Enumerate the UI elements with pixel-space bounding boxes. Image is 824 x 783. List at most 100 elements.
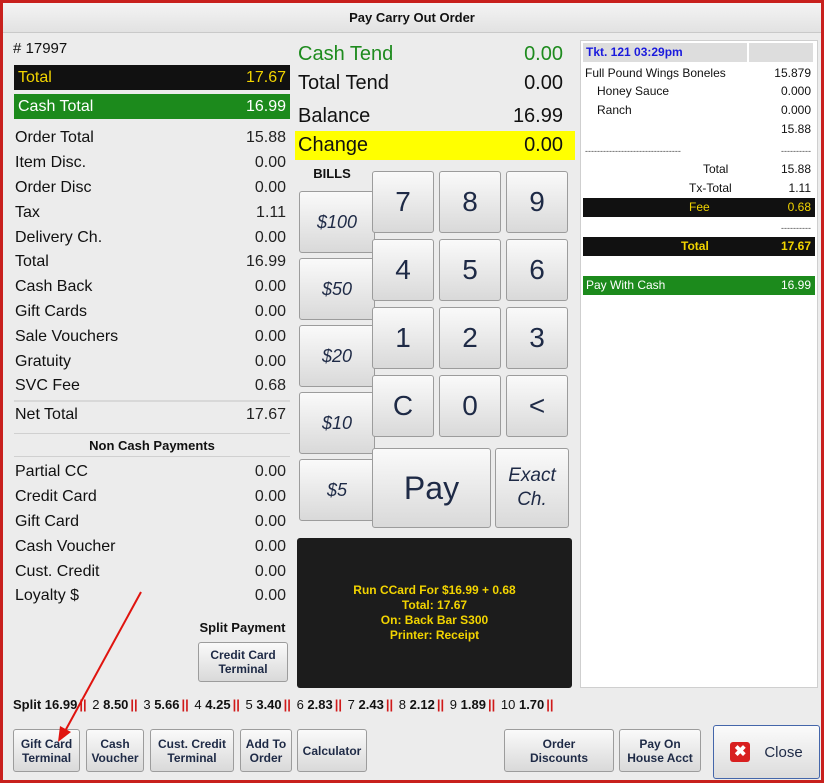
ticket-item-label: Honey Sauce <box>597 84 670 98</box>
non-cash-value: 0.00 <box>254 562 286 580</box>
split-option[interactable]: 6 2.83 <box>297 697 333 712</box>
label-line: Order <box>542 736 576 751</box>
split-option[interactable]: 10 1.70 <box>501 697 544 712</box>
calculator-button[interactable]: Calculator <box>297 729 367 772</box>
summary-label: Order Disc <box>15 178 92 196</box>
pay-on-house-account-button[interactable]: Pay On House Acct <box>619 729 701 772</box>
order-discounts-button[interactable]: Order Discounts <box>504 729 614 772</box>
key-4-button[interactable]: 4 <box>372 239 434 301</box>
non-cash-label: Cash Voucher <box>15 537 116 555</box>
key-1-button[interactable]: 1 <box>372 307 434 369</box>
dash-right: ---------- <box>781 223 811 233</box>
ticket-fee-row: Fee 0.68 <box>583 198 815 217</box>
split-option[interactable]: 4 4.25 <box>194 697 230 712</box>
order-number: # 17997 <box>13 40 68 57</box>
bill-10-button[interactable]: $10 <box>299 392 375 454</box>
split-label: 5 <box>245 697 253 712</box>
key-3-button[interactable]: 3 <box>506 307 568 369</box>
total-tend-label: Total Tend <box>298 72 389 94</box>
split-value: 2.43 <box>358 697 384 712</box>
summary-value: 1.11 <box>256 203 286 221</box>
close-label: Close <box>764 743 803 761</box>
non-cash-value: 0.00 <box>254 537 286 555</box>
split-value: 1.70 <box>518 697 545 712</box>
total-tend-row: Total Tend 0.00 <box>295 69 575 98</box>
summary-label: Sale Vouchers <box>15 327 119 345</box>
key-backspace-button[interactable]: < <box>506 375 568 437</box>
non-cash-label: Loyalty $ <box>15 587 80 605</box>
cash-tend-row: Cash Tend 0.00 <box>295 40 575 69</box>
non-cash-value: 0.00 <box>254 512 286 530</box>
key-2-button[interactable]: 2 <box>439 307 501 369</box>
ticket-modifier[interactable]: Honey Sauce 0.000 <box>581 82 817 100</box>
split-option[interactable]: 8 2.12 <box>399 697 435 712</box>
key-5-button[interactable]: 5 <box>439 239 501 301</box>
key-7-button[interactable]: 7 <box>372 171 434 233</box>
ticket-modifier[interactable]: Ranch 0.000 <box>581 101 817 119</box>
summary-row: Tax 1.11 <box>14 200 290 225</box>
bill-5-button[interactable]: $5 <box>299 459 375 521</box>
ticket-payment-value: 16.99 <box>780 278 811 292</box>
split-option[interactable]: 9 1.89 <box>450 697 486 712</box>
label-line: Add To <box>245 736 287 751</box>
cash-voucher-button[interactable]: Cash Voucher <box>86 729 144 772</box>
split-value: 3.40 <box>256 697 282 712</box>
split-separator: || <box>487 697 496 712</box>
key-9-button[interactable]: 9 <box>506 171 568 233</box>
key-0-button[interactable]: 0 <box>439 375 501 437</box>
cust-credit-terminal-button[interactable]: Cust. Credit Terminal <box>150 729 234 772</box>
split-label: Split <box>13 697 42 712</box>
split-value: 5.66 <box>154 697 180 712</box>
order-summary-list: Order Total 15.88 Item Disc. 0.00 Order Di… <box>14 126 290 428</box>
non-cash-row: Gift Card 0.00 <box>14 510 290 535</box>
total-highlight-row: Total 17.67 <box>14 65 290 90</box>
ticket-panel: Tkt. 121 03:29pm Full Pound Wings Bonele… <box>580 40 818 688</box>
label-line: Order <box>249 750 283 765</box>
split-label: 2 <box>92 697 100 712</box>
summary-row: Gift Cards 0.00 <box>14 300 290 325</box>
summary-row: SVC Fee 0.68 <box>14 374 290 399</box>
key-6-button[interactable]: 6 <box>506 239 568 301</box>
summary-value: 0.00 <box>254 352 286 370</box>
ticket-header-filler <box>749 43 813 62</box>
split-option[interactable]: 5 3.40 <box>245 697 281 712</box>
gift-card-terminal-button[interactable]: Gift Card Terminal <box>13 729 80 772</box>
balance-row: Balance 16.99 <box>295 102 575 131</box>
tender-panel: Cash Tend 0.00 Total Tend 0.00 Balance 16.9… <box>293 38 575 688</box>
bill-100-button[interactable]: $100 <box>299 191 375 253</box>
split-payment-title: Split Payment <box>199 620 286 635</box>
split-option[interactable]: 3 5.66 <box>143 697 179 712</box>
window-title: Pay Carry Out Order <box>3 3 821 33</box>
exact-change-button[interactable]: Exact Ch. <box>495 448 569 528</box>
cash-total-label: Cash Total <box>18 97 94 115</box>
pay-button[interactable]: Pay <box>372 448 491 528</box>
split-separator: || <box>334 697 343 712</box>
split-option[interactable]: 7 2.43 <box>348 697 384 712</box>
split-value: 2.83 <box>307 697 333 712</box>
dash-left: -------------------------------- <box>585 146 681 156</box>
credit-card-terminal-button[interactable]: Credit Card Terminal <box>198 642 288 682</box>
key-8-button[interactable]: 8 <box>439 171 501 233</box>
ticket-total-value: 15.88 <box>780 162 811 176</box>
summary-value: 0.00 <box>254 228 286 246</box>
bill-50-button[interactable]: $50 <box>299 258 375 320</box>
label-line: Cust. Credit <box>157 736 226 751</box>
bill-20-button[interactable]: $20 <box>299 325 375 387</box>
close-button[interactable]: ✖ Close <box>713 725 820 779</box>
summary-label: Item Disc. <box>15 154 87 172</box>
ticket-grand-total-row: Total 17.67 <box>583 237 815 256</box>
split-separator: || <box>283 697 291 712</box>
label-line: Pay On <box>639 736 681 751</box>
total-label: Total <box>18 68 52 86</box>
split-option[interactable]: Split 16.99 <box>13 697 77 712</box>
cash-total-row: Cash Total 16.99 <box>14 94 290 119</box>
split-option[interactable]: 2 8.50 <box>92 697 128 712</box>
non-cash-row: Cash Voucher 0.00 <box>14 534 290 559</box>
summary-label: Delivery Ch. <box>15 228 103 246</box>
ticket-payment-row[interactable]: Pay With Cash 16.99 <box>583 276 815 295</box>
add-to-order-button[interactable]: Add To Order <box>240 729 292 772</box>
summary-value: 15.88 <box>245 129 286 147</box>
ticket-item[interactable]: Full Pound Wings Boneles 15.879 <box>581 64 817 82</box>
key-clear-button[interactable]: C <box>372 375 434 437</box>
split-value: 16.99 <box>44 697 78 712</box>
